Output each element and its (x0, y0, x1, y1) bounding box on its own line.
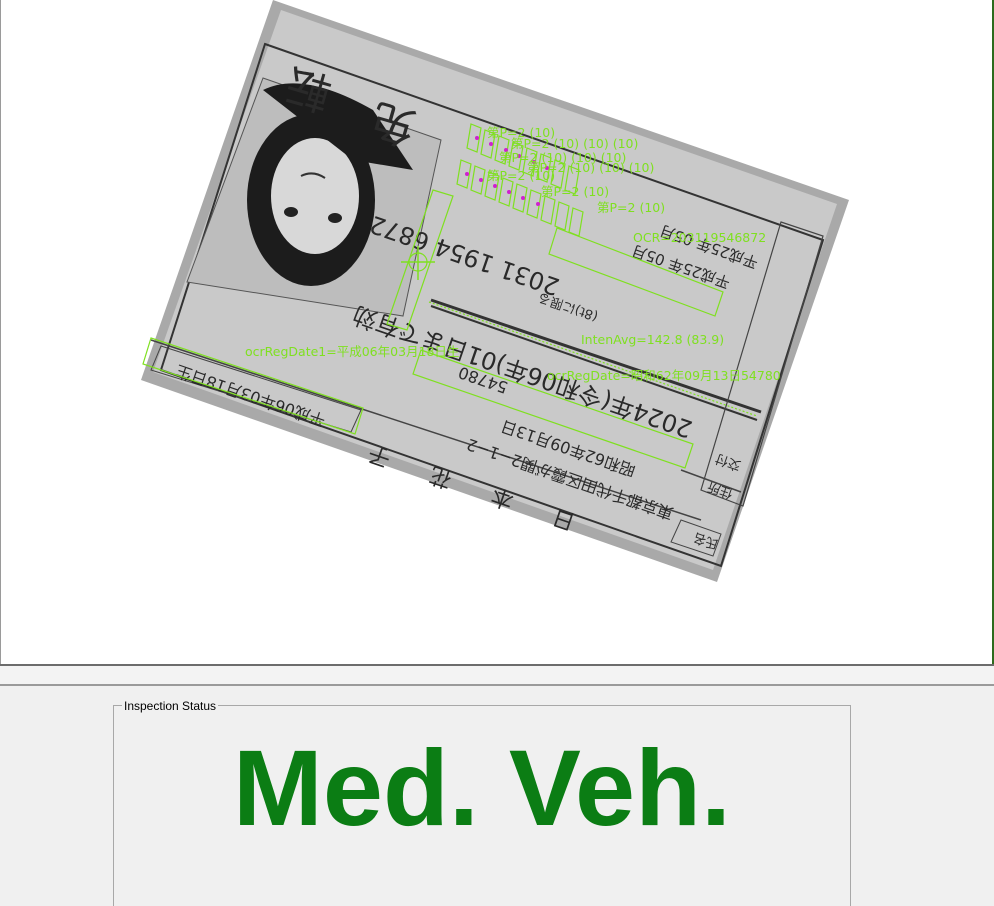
inspection-status-group: Inspection Status Med. Veh. (113, 699, 851, 906)
inspection-status-value: Med. Veh. (232, 727, 732, 848)
ocr-number-label: OCR=203119546872 (633, 230, 766, 245)
image-viewer[interactable]: 転 免 2031 1954 6872 平成06年03月18日生 2024年(令和… (0, 0, 994, 664)
license-image: 転 免 2031 1954 6872 平成06年03月18日生 2024年(令和… (141, 0, 849, 582)
reg-date2-label: ocrRegDate=昭和62年09月13日54780 (547, 368, 781, 383)
inspection-status-label: Inspection Status (122, 699, 219, 713)
splitter-bar[interactable] (0, 666, 994, 685)
svg-text:第P=2 (10): 第P=2 (10) (541, 184, 609, 199)
svg-text:第P=2 (10): 第P=2 (10) (487, 168, 555, 183)
svg-text:第P=2 (10) (10) (10): 第P=2 (10) (10) (10) (511, 136, 638, 151)
license-card: 転 免 2031 1954 6872 平成06年03月18日生 2024年(令和… (141, 0, 849, 582)
divider (0, 684, 994, 686)
char-score-label: 第P=2 (10) (597, 200, 665, 215)
reg-date1-label: ocrRegDate1=平成06年03月18日生 (245, 344, 459, 359)
inten-avg-label: IntenAvg=142.8 (83.9) (581, 332, 724, 347)
